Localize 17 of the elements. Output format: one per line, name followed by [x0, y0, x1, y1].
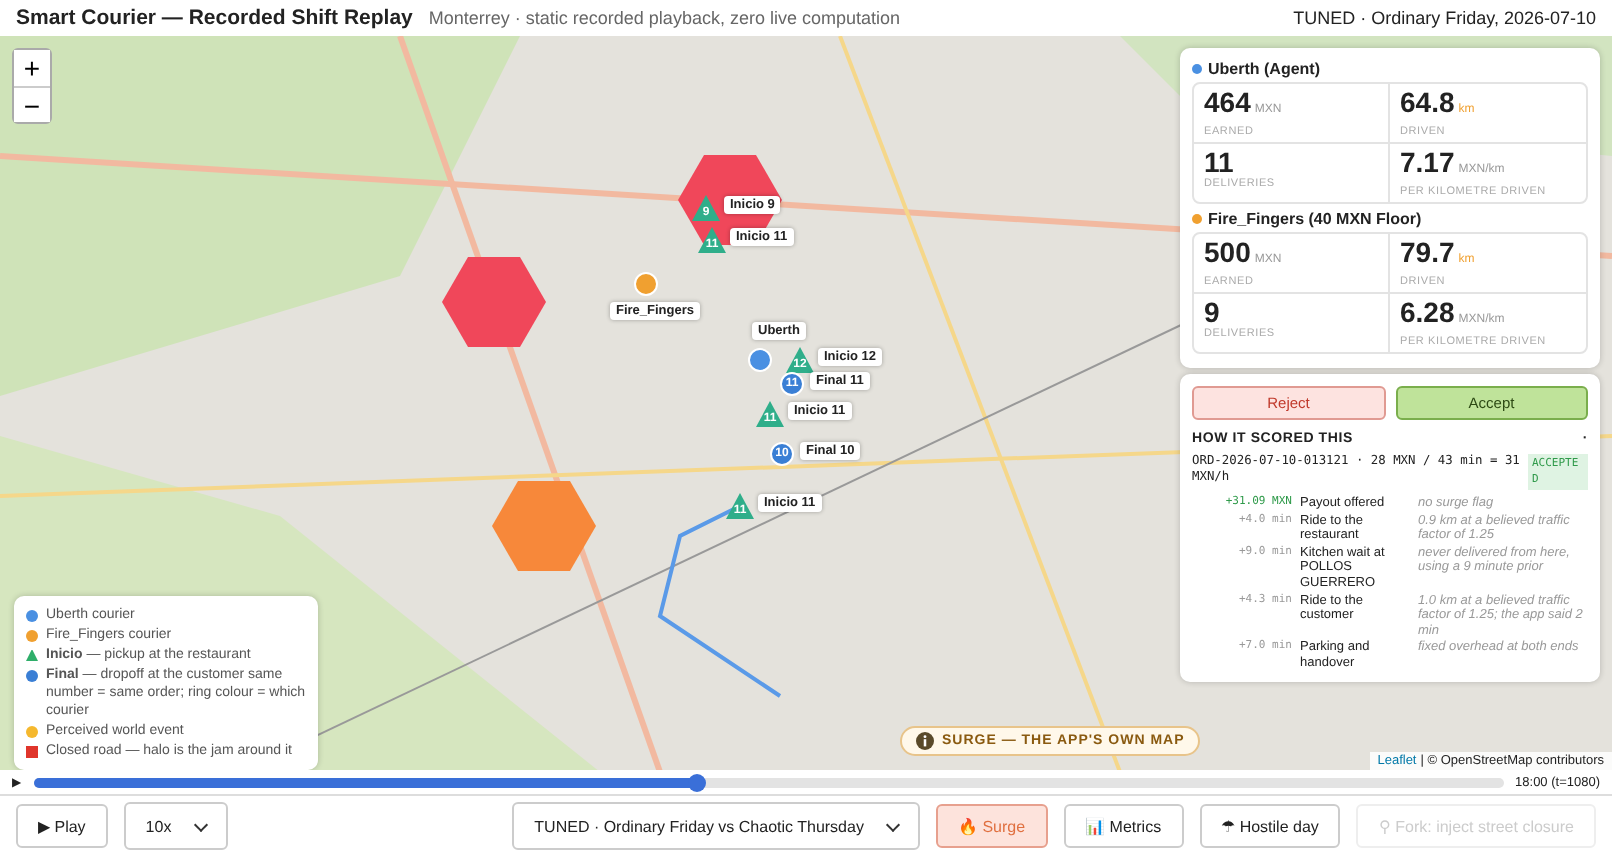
scenario-status: TUNED · Ordinary Friday, 2026-07-10: [1293, 8, 1596, 28]
speed-select[interactable]: 10x: [123, 802, 228, 850]
app-subtitle: Monterrey · static recorded playback, zero live computation: [428, 8, 900, 28]
zoom-out-button[interactable]: −: [14, 86, 50, 122]
stat-value: 11: [1204, 148, 1236, 178]
agent-name: Fire_Fingers (40 MXN Floor): [1208, 210, 1422, 228]
stat-value: 9: [1204, 298, 1222, 328]
toolbar-button[interactable]: ☂ Hostile day: [1199, 804, 1341, 848]
timeline-slider[interactable]: [34, 777, 1504, 787]
timeline-handle[interactable]: [687, 773, 706, 791]
scenario-select[interactable]: TUNED · Ordinary Friday vs Chaotic Thursday: [512, 802, 920, 850]
toolbar-button[interactable]: 📊 Metrics: [1063, 804, 1184, 848]
app-title: Smart Courier — Recorded Shift Replay: [16, 6, 413, 30]
toolbar-button[interactable]: 🔥 Surge: [935, 804, 1048, 848]
info-icon: [916, 732, 934, 750]
agent-name: Uberth (Agent): [1208, 60, 1320, 78]
toolbar-button[interactable]: ▶ Play: [16, 804, 108, 848]
